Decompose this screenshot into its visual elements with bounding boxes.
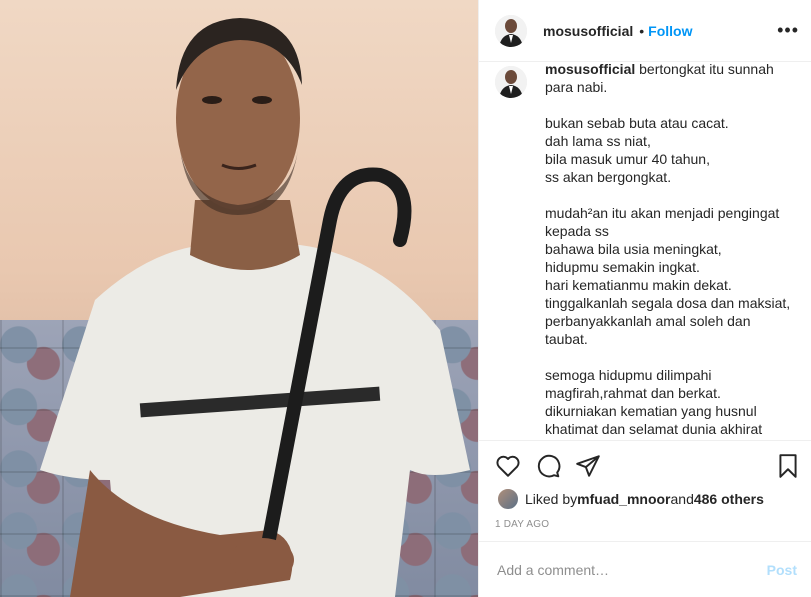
- post-comment-button[interactable]: Post: [767, 562, 797, 578]
- caption-comment: mosusofficial bertongkat itu sunnah para…: [495, 62, 799, 438]
- post-side-panel: mosusofficial • Follow ••• mosusofficial…: [478, 0, 811, 597]
- add-comment-bar: Post: [479, 541, 811, 597]
- bookmark-icon[interactable]: [775, 453, 801, 479]
- comment-input[interactable]: [495, 560, 767, 579]
- comment-icon[interactable]: [535, 453, 561, 479]
- profile-picture-icon: [495, 14, 527, 47]
- share-icon[interactable]: [575, 453, 601, 479]
- caption-text: bertongkat itu sunnah para nabi. bukan s…: [545, 62, 791, 437]
- liker-avatar[interactable]: [497, 488, 519, 510]
- likes-user-link[interactable]: mfuad_mnoor: [577, 491, 670, 507]
- likes-mid: and: [670, 491, 694, 507]
- post-photo[interactable]: [0, 0, 478, 597]
- likes-count-link[interactable]: 486 others: [694, 491, 764, 507]
- caption-username[interactable]: mosusofficial: [545, 62, 635, 77]
- caption-text-block: mosusofficial bertongkat itu sunnah para…: [545, 62, 790, 438]
- caption-avatar[interactable]: [495, 66, 527, 98]
- profile-picture-icon: [495, 66, 527, 98]
- post-header: mosusofficial • Follow •••: [479, 0, 811, 62]
- man-with-cane-image: [40, 18, 470, 597]
- likes-summary: Liked by mfuad_mnoor and 486 others: [497, 488, 764, 510]
- action-bar: [479, 440, 811, 490]
- comments-area[interactable]: mosusofficial bertongkat itu sunnah para…: [479, 62, 811, 440]
- follow-button[interactable]: Follow: [648, 23, 692, 39]
- post-username[interactable]: mosusofficial: [543, 23, 633, 39]
- more-options-icon[interactable]: •••: [777, 20, 799, 41]
- separator-dot: •: [639, 22, 645, 39]
- post-timestamp[interactable]: 1 DAY AGO: [495, 519, 549, 530]
- likes-prefix: Liked by: [525, 491, 578, 507]
- heart-icon[interactable]: [495, 453, 521, 479]
- avatar[interactable]: [495, 14, 527, 47]
